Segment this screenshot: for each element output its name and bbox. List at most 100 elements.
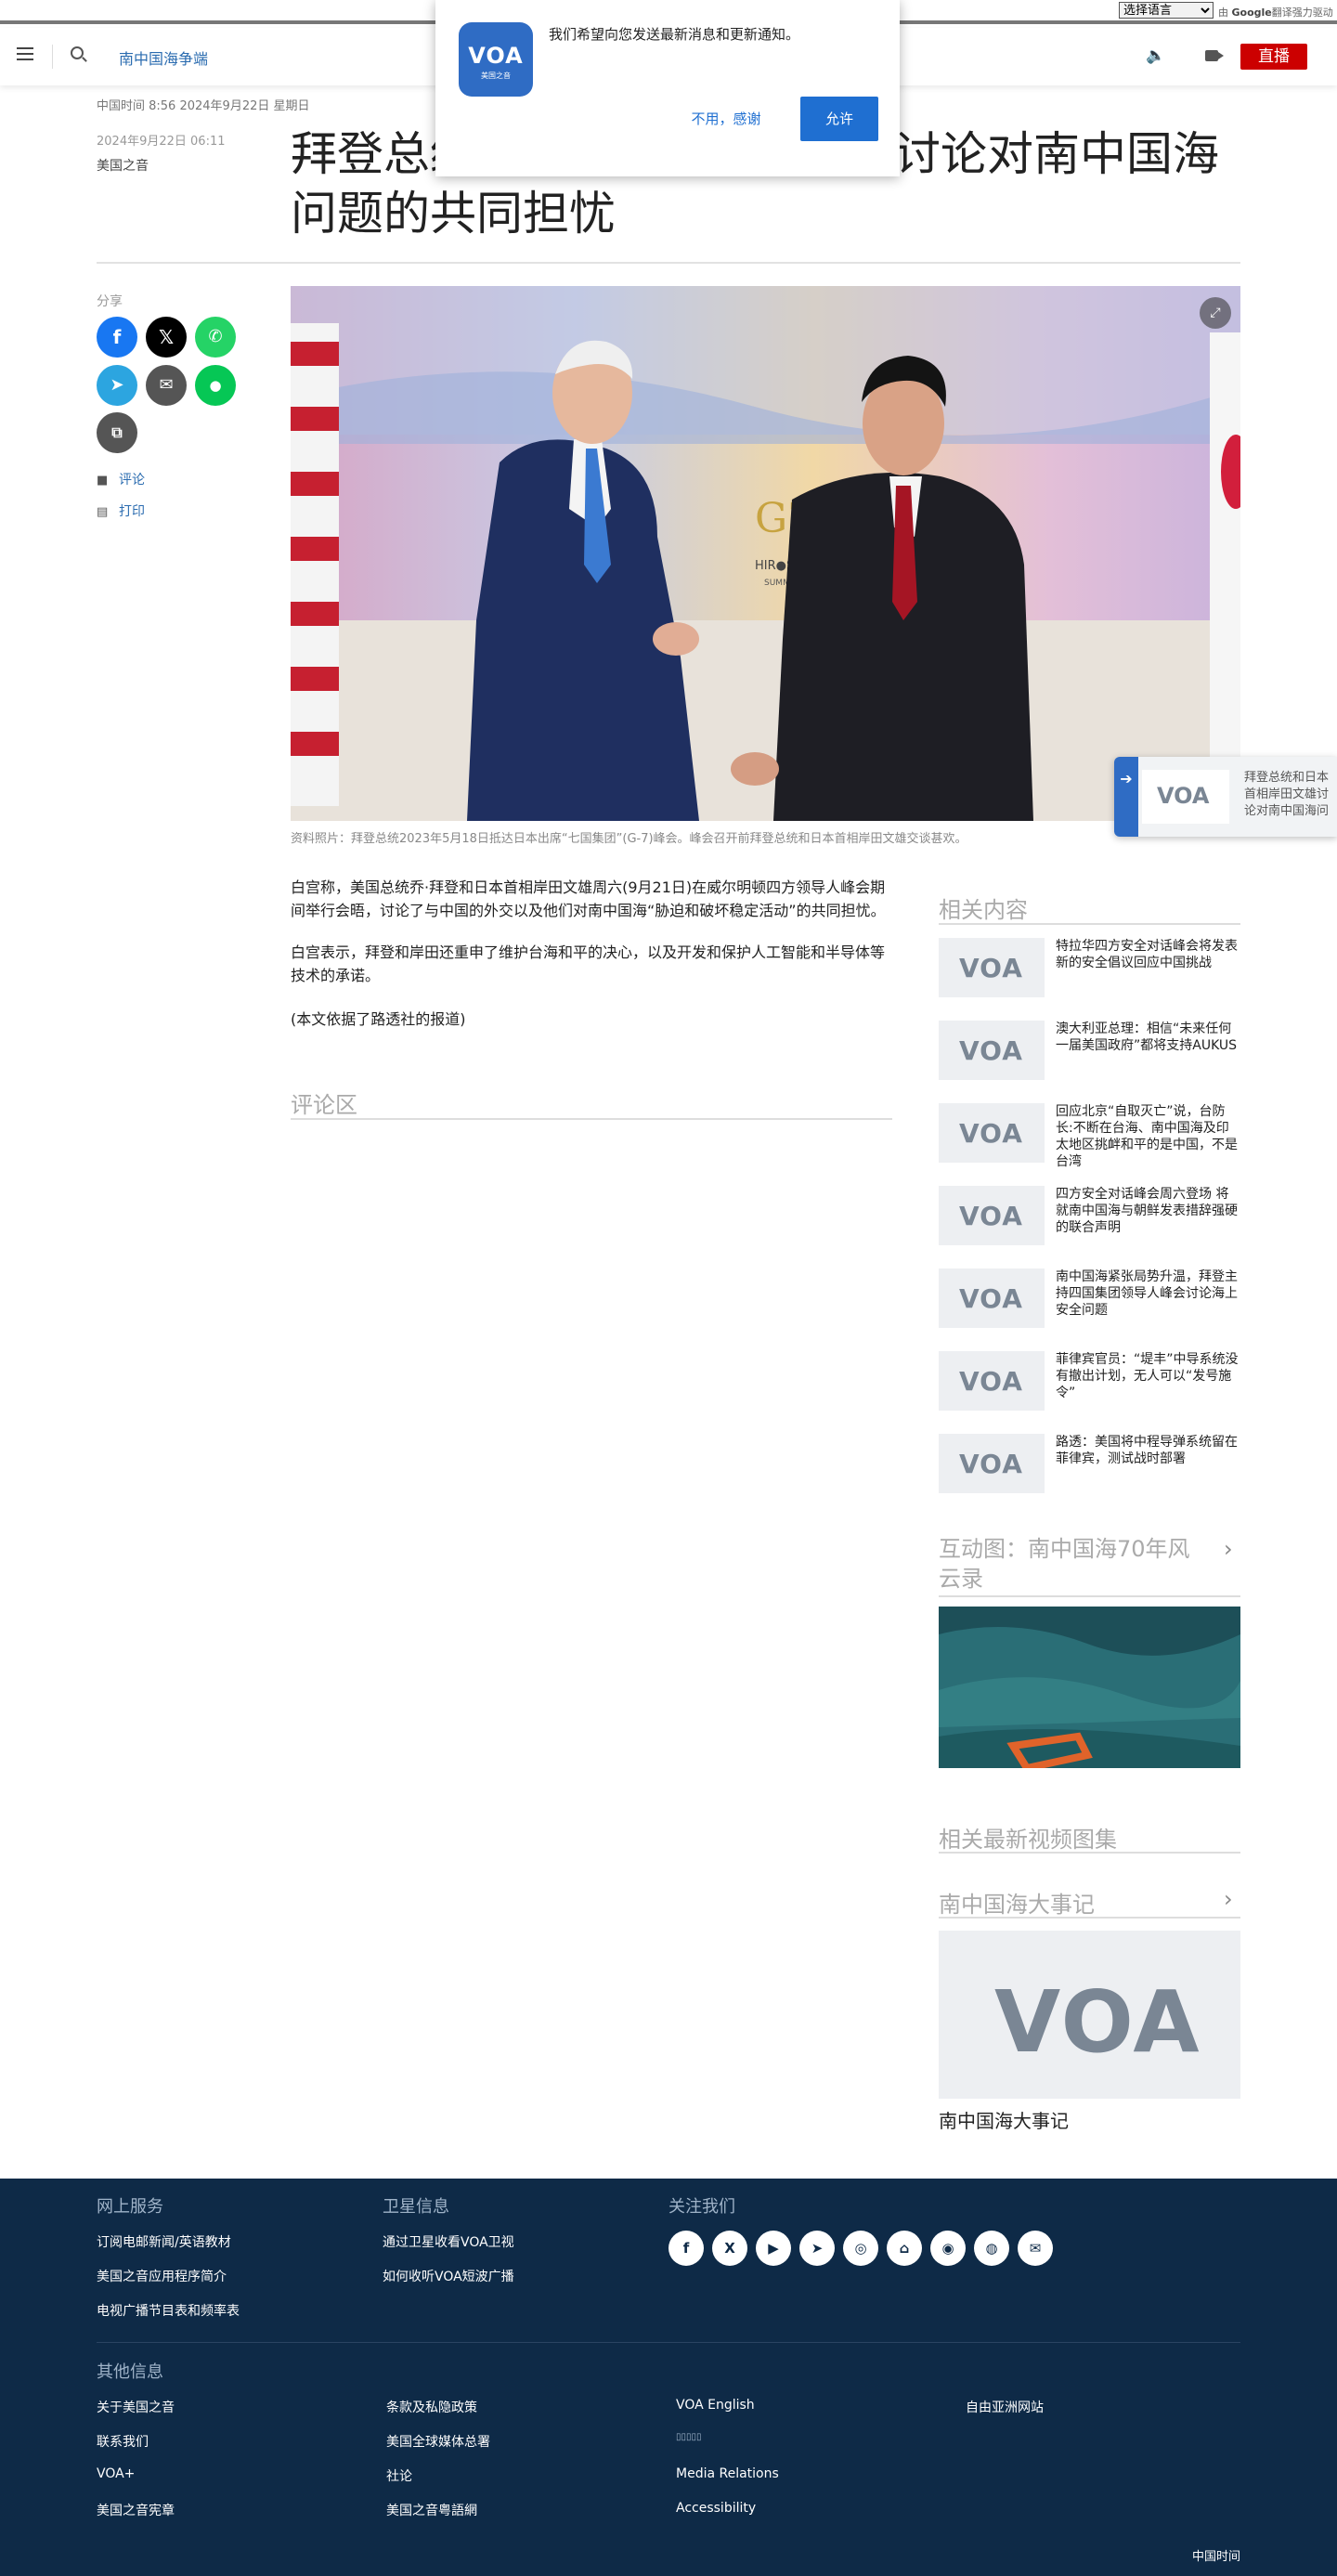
footer-link[interactable]: 美国之音应用程序简介	[97, 2267, 227, 2285]
comments-divider	[291, 1118, 892, 1120]
comment-icon: ■	[97, 474, 109, 488]
interactive-image[interactable]	[939, 1607, 1240, 1768]
related-thumb[interactable]: VOA	[939, 1021, 1045, 1080]
footer-follow-title: 关注我们	[668, 2197, 735, 2217]
footer-link[interactable]: 自由亚洲网站	[966, 2398, 1044, 2416]
footer-link[interactable]: 电视广播节目表和频率表	[97, 2301, 240, 2320]
related-item[interactable]: 澳大利亚总理：相信“未来任何一届美国政府”都将支持AUKUS	[1056, 1021, 1241, 1054]
audio-icon[interactable]: 🔈	[1146, 46, 1165, 65]
email-share-button[interactable]: ✉	[146, 365, 187, 406]
copy-link-button[interactable]: ⧉	[97, 412, 137, 453]
related-thumb[interactable]: VOA	[939, 1186, 1045, 1245]
share-label: 分享	[97, 294, 123, 309]
events-caption[interactable]: 南中国海大事记	[939, 2106, 1069, 2133]
related-item[interactable]: 回应北京“自取灭亡”说，台防长:不断在台海、南中国海及印太地区挑衅和平的是中国，…	[1056, 1103, 1241, 1170]
related-thumb[interactable]: VOA	[939, 938, 1045, 997]
related-divider	[939, 923, 1240, 925]
footer-link[interactable]: VOA English	[676, 2398, 755, 2413]
x-share-button[interactable]: 𝕏	[146, 317, 187, 358]
search-icon[interactable]	[71, 46, 84, 59]
video-divider	[939, 1852, 1240, 1854]
related-item[interactable]: 菲律宾官员：“堤丰”中导系统没有撤出计划，无人可以“发号施令”	[1056, 1351, 1241, 1401]
float-thumb: VOA	[1142, 770, 1229, 824]
footer-link[interactable]: VOA+	[97, 2466, 135, 2481]
print-link[interactable]: ▤ 打印	[97, 501, 145, 520]
paragraph-2: 白宫表示，拜登和岸田还重申了维护台海和平的决心，以及开发和保护人工智能和半导体等…	[291, 943, 886, 984]
publish-date: 2024年9月22日 06:11	[97, 135, 226, 149]
telegram-share-button[interactable]: ➤	[97, 365, 137, 406]
author: 美国之音	[97, 159, 149, 174]
footer-link[interactable]: 美国之音宪章	[97, 2501, 175, 2519]
podcasts-icon[interactable]: ◍	[974, 2231, 1009, 2266]
podcast-icon[interactable]: ⌂	[887, 2231, 922, 2266]
footer-link[interactable]: 如何收听VOA短波广播	[383, 2267, 514, 2285]
decline-button[interactable]: 不用，感谢	[675, 97, 777, 141]
voa-logo: VOA	[959, 953, 1023, 983]
footer-link[interactable]: 关于美国之音	[97, 2398, 175, 2416]
telegram-icon[interactable]: ➤	[799, 2231, 835, 2266]
footer-other-title: 其他信息	[97, 2362, 163, 2382]
related-item[interactable]: 路透：美国将中程导弹系统留在菲律宾，测试战时部署	[1056, 1434, 1241, 1467]
section-link[interactable]: 南中国海争端	[119, 46, 208, 69]
footer-link[interactable]: Accessibility	[676, 2501, 756, 2516]
live-button[interactable]: 直播	[1240, 44, 1307, 70]
footer-link[interactable]: 联系我们	[97, 2432, 149, 2451]
language-select[interactable]: 选择语言	[1119, 2, 1214, 19]
video-section-title[interactable]: 相关最新视频图集	[939, 1821, 1117, 1854]
youtube-icon[interactable]: ▶	[756, 2231, 791, 2266]
footer-link[interactable]: ▯▯▯▯▯	[676, 2432, 702, 2442]
video-icon[interactable]	[1205, 50, 1224, 61]
interactive-divider	[939, 1595, 1240, 1597]
chevron-right-icon[interactable]: ›	[1224, 1886, 1233, 1912]
float-title[interactable]: 拜登总统和日本首相岸田文雄讨论对南中国海问题的共同担忧	[1244, 770, 1337, 820]
paragraph-3: (本文依据了路透社的报道)	[291, 1010, 466, 1028]
chevron-right-icon[interactable]: ›	[1224, 1536, 1233, 1562]
interactive-title[interactable]: 互动图：南中国海70年风云录	[939, 1534, 1208, 1594]
voa-app-logo: VOA 美国之音	[459, 22, 533, 97]
arrow-right-icon[interactable]: ➔	[1114, 757, 1138, 837]
voa-logo: VOA	[959, 1035, 1023, 1066]
events-title[interactable]: 南中国海大事记	[939, 1886, 1095, 1919]
comment-link[interactable]: ■ 评论	[97, 470, 145, 488]
facebook-icon[interactable]: f	[668, 2231, 704, 2266]
voa-logo: VOA	[1157, 783, 1210, 809]
related-thumb[interactable]: VOA	[939, 1268, 1045, 1328]
title-divider	[97, 262, 1240, 264]
voa-logo: VOA	[994, 1972, 1201, 2072]
voa-logo: VOA	[959, 1283, 1023, 1314]
menu-icon[interactable]	[17, 47, 33, 60]
notification-popup: VOA 美国之音 我们希望向您发送最新消息和更新通知。 不用，感谢 允许	[435, 0, 900, 176]
related-item[interactable]: 四方安全对话峰会周六登场 将就南中国海与朝鲜发表措辞强硬的联合声明	[1056, 1186, 1241, 1236]
related-item[interactable]: 南中国海紧张局势升温，拜登主持四国集团领导人峰会讨论海上安全问题	[1056, 1268, 1241, 1319]
article-photo[interactable]: G7 2023 HIR●SHIMA SUMMIT ⤢	[291, 286, 1240, 821]
x-icon[interactable]: X	[712, 2231, 747, 2266]
footer-link[interactable]: Media Relations	[676, 2466, 779, 2481]
photo-illustration: G7 2023 HIR●SHIMA SUMMIT	[291, 286, 1240, 821]
footer-link[interactable]: 美国之音粤語網	[386, 2501, 477, 2519]
paragraph-1: 白宫称，美国总统乔·拜登和日本首相岸田文雄周六(9月21日)在威尔明顿四方领导人…	[291, 878, 886, 919]
instagram-icon[interactable]: ◎	[843, 2231, 878, 2266]
floating-article-card[interactable]: ➔ VOA 拜登总统和日本首相岸田文雄讨论对南中国海问题的共同担忧	[1114, 757, 1337, 837]
footer-link[interactable]: 条款及私隐政策	[386, 2398, 477, 2416]
related-item[interactable]: 特拉华四方安全对话峰会将发表新的安全倡议回应中国挑战	[1056, 938, 1241, 971]
rss-icon[interactable]: ◉	[930, 2231, 966, 2266]
related-title: 相关内容	[939, 897, 1028, 923]
comments-title: 评论区	[291, 1092, 357, 1118]
email-icon[interactable]: ✉	[1018, 2231, 1053, 2266]
related-thumb[interactable]: VOA	[939, 1434, 1045, 1493]
related-thumb[interactable]: VOA	[939, 1351, 1045, 1411]
related-thumb[interactable]: VOA	[939, 1103, 1045, 1163]
facebook-share-button[interactable]: f	[97, 317, 137, 358]
footer-link[interactable]: 社论	[386, 2466, 412, 2485]
footer-link[interactable]: 订阅电邮新闻/英语教材	[97, 2232, 231, 2251]
site-footer: 网上服务 订阅电邮新闻/英语教材 美国之音应用程序简介 电视广播节目表和频率表 …	[0, 2179, 1337, 2576]
ocean-illustration	[939, 1607, 1240, 1768]
footer-link[interactable]: 通过卫星收看VOA卫视	[383, 2232, 514, 2251]
events-image[interactable]: VOA	[939, 1931, 1240, 2099]
header-divider	[52, 45, 53, 69]
expand-icon[interactable]: ⤢	[1200, 297, 1231, 329]
line-share-button[interactable]: ●	[195, 365, 236, 406]
whatsapp-share-button[interactable]: ✆	[195, 317, 236, 358]
allow-button[interactable]: 允许	[800, 97, 878, 141]
footer-link[interactable]: 美国全球媒体总署	[386, 2432, 490, 2451]
